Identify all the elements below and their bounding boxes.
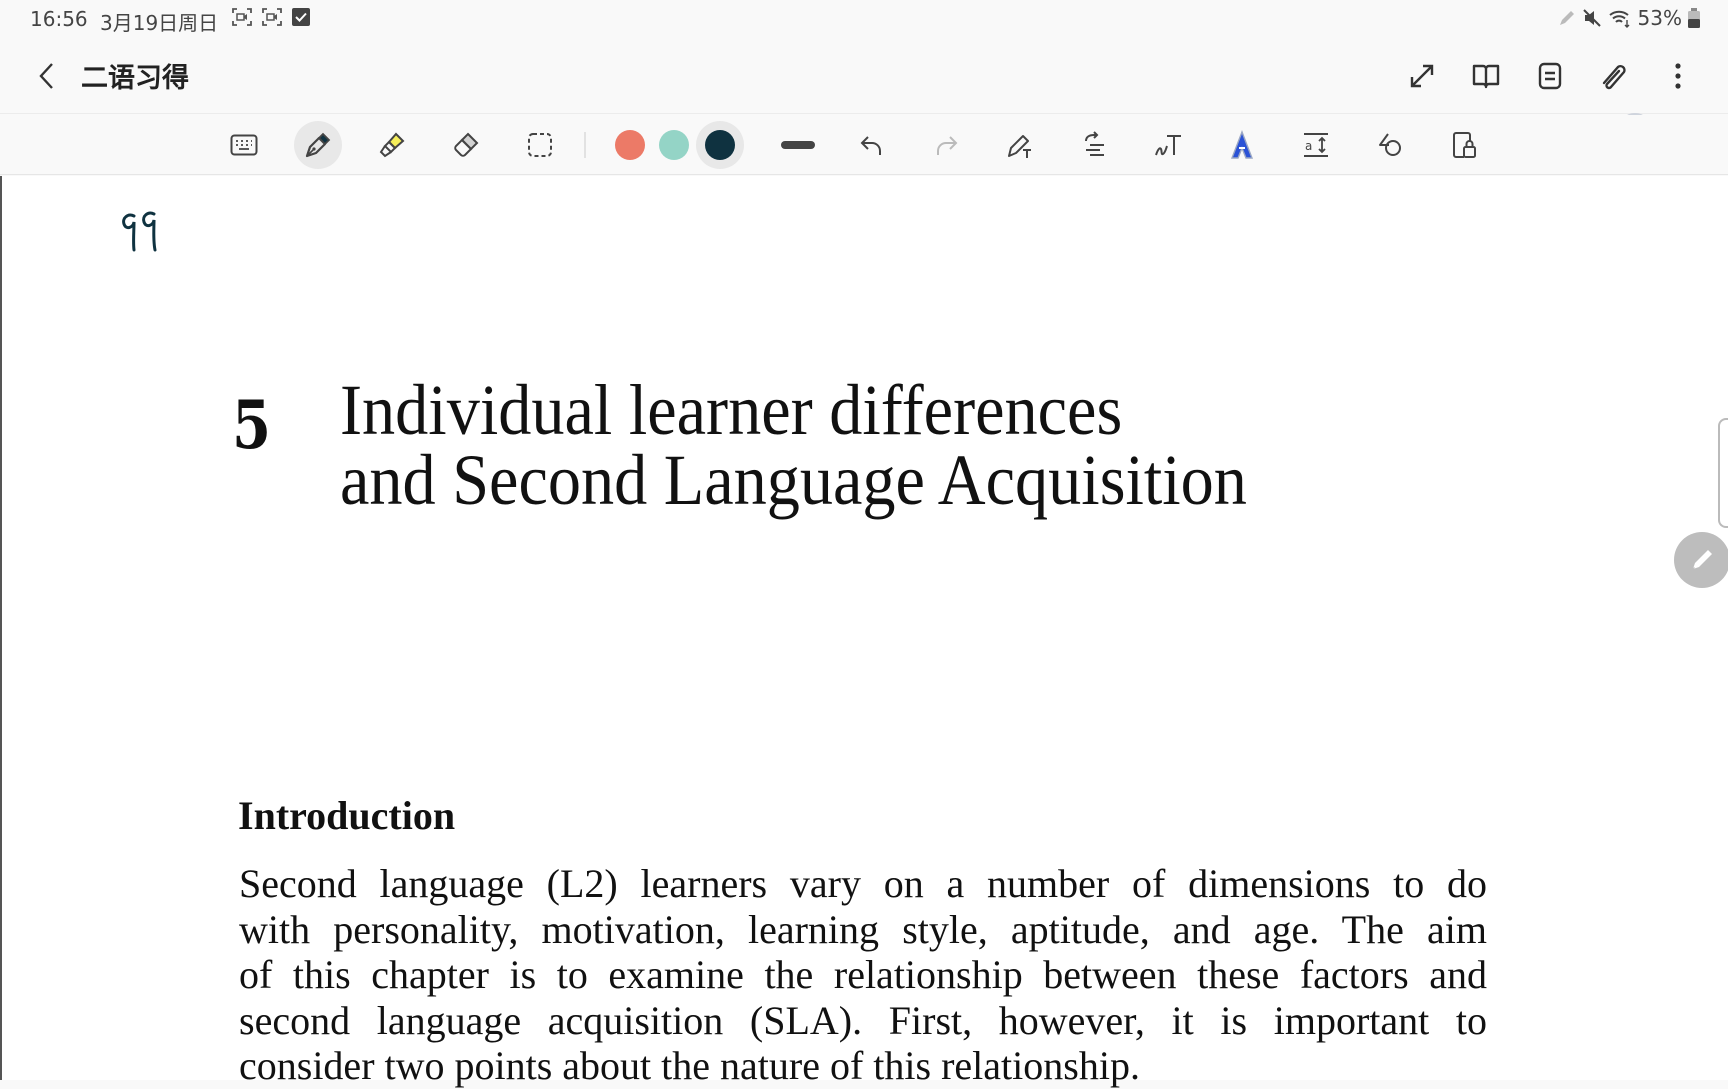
text-spacing-button[interactable]: a (1292, 121, 1340, 169)
body-line: of this chapter is to examine the relati… (239, 952, 1487, 997)
checkbox-icon (292, 8, 310, 26)
mute-icon (1582, 9, 1601, 27)
pen-icon (1559, 11, 1574, 25)
status-time: 16:56 (30, 7, 88, 31)
body-line: Second language (L2) learners vary on a … (239, 861, 1487, 906)
book-view-icon (1472, 64, 1500, 89)
text-style-button[interactable] (1218, 121, 1266, 169)
notebook-title: 二语习得 (81, 63, 189, 94)
svg-text:a: a (1305, 139, 1312, 153)
edit-fab-button[interactable] (1674, 532, 1728, 588)
page-list-icon (1538, 62, 1562, 90)
lasso-select-tool[interactable] (516, 121, 564, 169)
wifi-icon (1608, 10, 1630, 28)
chapter-title-line: Individual learner differences (340, 370, 1123, 450)
handwriting-to-text-button[interactable] (1144, 121, 1192, 169)
chapter-title-line: and Second Language Acquisition (340, 440, 1247, 520)
body-line: second language acquisition (SLA). First… (239, 997, 1487, 1043)
screen-record-icon (232, 8, 252, 26)
body-line: consider two points about the nature of … (239, 1043, 1140, 1088)
highlighter-icon (379, 132, 405, 158)
status-date: 3月19日周日 (100, 11, 219, 35)
system-status: 53% (1558, 6, 1700, 30)
screen-record-icon (262, 8, 282, 26)
notification-icons (232, 8, 310, 26)
pencil-icon (1692, 550, 1712, 570)
pen-to-text-icon (1008, 135, 1031, 158)
toolbar-divider (584, 132, 586, 158)
shapes-icon (1379, 133, 1401, 156)
keyboard-icon (230, 134, 258, 156)
text-align-icon (1085, 131, 1104, 156)
lock-page-icon (1453, 132, 1476, 158)
color-swatch-dark-teal[interactable] (696, 121, 744, 169)
chevron-left-icon (39, 63, 53, 89)
more-icon (1675, 63, 1681, 89)
side-panel-handle[interactable] (1718, 418, 1728, 528)
battery-percent: 53% (1637, 6, 1682, 30)
chapter-number: 5 (232, 386, 272, 464)
text-spacing-icon: a (1304, 133, 1328, 157)
keyboard-tool[interactable] (220, 121, 268, 169)
undo-button[interactable] (848, 121, 896, 169)
pen-tool[interactable] (294, 121, 342, 169)
stroke-width-button[interactable] (774, 121, 822, 169)
handwriting-to-text-icon (1155, 135, 1181, 156)
color-swatch-coral[interactable] (608, 121, 652, 169)
svg-text:99: 99 (120, 206, 122, 207)
shapes-button[interactable] (1366, 121, 1414, 169)
eraser-tool[interactable] (442, 121, 490, 169)
attachment-icon (1602, 64, 1626, 90)
redo-button[interactable] (922, 121, 970, 169)
more-options-button[interactable] (1646, 52, 1710, 100)
attachment-button[interactable] (1582, 52, 1646, 100)
undo-icon (860, 136, 881, 155)
section-heading: Introduction (238, 793, 456, 838)
fullscreen-button[interactable] (1390, 52, 1454, 100)
color-mint-dot (659, 130, 689, 160)
pen-to-text-button[interactable] (996, 121, 1044, 169)
color-dark-teal-dot (705, 130, 735, 160)
stroke-width-icon (781, 141, 815, 149)
body-line: with personality, motivation, learning s… (239, 906, 1487, 952)
chapter-title: Individual learner differences and Secon… (340, 370, 1247, 520)
lasso-select-icon (528, 133, 552, 157)
eraser-icon (454, 132, 479, 157)
drawing-toolbar: a (0, 115, 1728, 175)
expand-icon (1410, 64, 1434, 88)
color-swatch-mint[interactable] (652, 121, 696, 169)
body-text: Second language (L2) learners vary on a … (239, 861, 1487, 1089)
app-bar: 二语习得 (0, 38, 1728, 147)
book-view-button[interactable] (1454, 52, 1518, 100)
page-list-button[interactable] (1518, 52, 1582, 100)
redo-icon (937, 136, 958, 155)
highlighter-tool[interactable] (368, 121, 416, 169)
read-only-lock-button[interactable] (1440, 121, 1488, 169)
app-bar-actions (1390, 52, 1710, 100)
color-coral-dot (615, 130, 645, 160)
text-align-button[interactable] (1070, 121, 1118, 169)
back-button[interactable] (34, 56, 62, 96)
status-bar: 16:56 3月19日周日 53% (0, 0, 1728, 38)
handwritten-note: 99 (120, 206, 157, 252)
note-page[interactable]: 99 5 Individual learner differences and … (0, 176, 1728, 1088)
text-style-icon (1230, 130, 1254, 159)
battery-icon (1688, 8, 1700, 28)
fountain-pen-icon (305, 132, 331, 158)
